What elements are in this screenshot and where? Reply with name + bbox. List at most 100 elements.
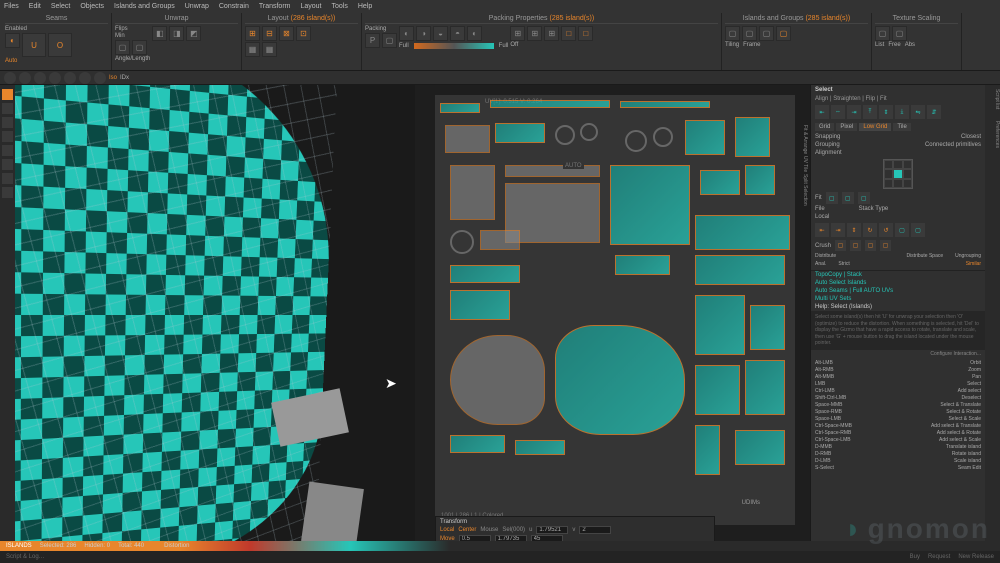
uv-shell[interactable]	[490, 100, 610, 108]
rp-snapping-value[interactable]: Closest	[961, 134, 981, 140]
release-link[interactable]: New Release	[958, 554, 994, 560]
fit-btn-2[interactable]: ▢	[842, 192, 854, 204]
vtab-fit[interactable]: Fit & Arrange	[796, 125, 808, 154]
menu-islands-groups[interactable]: Islands and Groups	[114, 3, 175, 10]
rp-tab-lowgrid[interactable]: Low Grid	[859, 123, 891, 131]
pack-opt-5[interactable]: ◐	[467, 26, 482, 41]
layout-btn-3[interactable]: ⊠	[279, 26, 294, 41]
ts-iso-label[interactable]: Iso	[109, 75, 117, 81]
crush-btn-2[interactable]: ▢	[850, 240, 861, 251]
packing-gradient[interactable]	[414, 43, 494, 49]
align-tc[interactable]	[893, 160, 902, 169]
uv-shell[interactable]	[685, 120, 725, 155]
uv-shell[interactable]	[480, 230, 520, 250]
align-bl[interactable]	[884, 179, 893, 188]
align-bc[interactable]	[893, 179, 902, 188]
uv-shell[interactable]	[735, 117, 770, 157]
unwrap-btn-2[interactable]: ▢	[132, 40, 147, 55]
pack-grid-2[interactable]: ⊞	[527, 26, 542, 41]
uv-shell[interactable]	[745, 360, 785, 415]
dist-icon-5[interactable]: ↺	[879, 223, 893, 237]
ts-tool-4[interactable]	[49, 72, 61, 84]
tp-mouse[interactable]: Mouse	[480, 527, 498, 533]
layout-btn-4[interactable]: ⊡	[296, 26, 311, 41]
ts-idx-label[interactable]: IDx	[120, 75, 129, 81]
flip-h-icon[interactable]: ⇋	[911, 105, 925, 119]
menu-select[interactable]: Select	[51, 3, 70, 10]
uv-shell[interactable]	[495, 123, 545, 143]
seams-u-button[interactable]: U	[22, 33, 46, 57]
uv-shell[interactable]	[580, 123, 598, 141]
uv-shell[interactable]	[555, 125, 575, 145]
lt-mode-6[interactable]	[2, 159, 13, 170]
link-topocopy[interactable]: TopoCopy | Stack	[811, 271, 985, 279]
ts-tool-5[interactable]	[64, 72, 76, 84]
link-help[interactable]: Help: Select (Islands)	[811, 303, 985, 311]
crush-btn-4[interactable]: ▢	[880, 240, 891, 251]
link-autoselect[interactable]: Auto Select Islands	[811, 279, 985, 287]
uv-shell[interactable]	[615, 255, 670, 275]
vtab-uvtile[interactable]: UV Tile	[796, 156, 808, 172]
ts-tool-1[interactable]	[4, 72, 16, 84]
align-left-icon[interactable]: ⇤	[815, 105, 829, 119]
packing-btn-2[interactable]: ▢	[382, 33, 397, 48]
align-ml[interactable]	[884, 169, 893, 178]
pack-opt-1[interactable]: ◐	[399, 26, 414, 41]
flip-v-icon[interactable]: ⇵	[927, 105, 941, 119]
uv-shell[interactable]	[695, 255, 785, 285]
seams-o-button[interactable]: O	[48, 33, 72, 57]
align-br[interactable]	[903, 179, 912, 188]
ts-tool-3[interactable]	[34, 72, 46, 84]
uv-shell[interactable]	[515, 440, 565, 455]
fit-btn-1[interactable]: ▢	[826, 192, 838, 204]
rp-grouping-value[interactable]: Connected primitives	[925, 142, 981, 148]
align-tr[interactable]	[903, 160, 912, 169]
dist-icon-6[interactable]: ▢	[895, 223, 909, 237]
tp-u-field[interactable]	[536, 526, 568, 534]
ig-btn-3[interactable]: ▢	[759, 26, 774, 41]
uv-shell[interactable]	[450, 165, 495, 220]
uv-shell[interactable]	[450, 265, 520, 283]
vtab-sel[interactable]: Split Selection	[796, 174, 808, 206]
pack-opt-3[interactable]: ◒	[433, 26, 448, 41]
buy-link[interactable]: Buy	[910, 554, 920, 560]
uv-shell[interactable]	[745, 165, 775, 195]
dist-icon-4[interactable]: ↻	[863, 223, 877, 237]
uv-shell[interactable]	[505, 165, 600, 177]
ts-tool-7[interactable]	[94, 72, 106, 84]
crush-btn-3[interactable]: ▢	[865, 240, 876, 251]
uv-shell[interactable]	[555, 325, 685, 435]
lt-mode-5[interactable]	[2, 145, 13, 156]
uv-shell[interactable]	[610, 165, 690, 245]
pack-grid-3[interactable]: ⊞	[544, 26, 559, 41]
menu-files[interactable]: Files	[4, 3, 19, 10]
ts-tool-6[interactable]	[79, 72, 91, 84]
rtab-script[interactable]: Script list	[985, 87, 1000, 111]
dist-icon-1[interactable]: ⇤	[815, 223, 829, 237]
uv-shell[interactable]	[450, 230, 474, 254]
tp-v-field[interactable]	[579, 526, 611, 534]
tp-sel[interactable]: Sel(000)	[502, 527, 525, 533]
viewport-3d[interactable]: ➤	[15, 85, 415, 546]
unwrap-btn-4[interactable]: ◨	[169, 26, 184, 41]
menu-transform[interactable]: Transform	[259, 3, 291, 10]
menu-edit[interactable]: Edit	[29, 3, 41, 10]
rp-tab-pixel[interactable]: Pixel	[836, 123, 857, 131]
uv-shell[interactable]	[750, 305, 785, 350]
dist-icon-2[interactable]: ⇥	[831, 223, 845, 237]
viewport-uv[interactable]: UV[1]: 0.515 V: 0.264	[415, 85, 810, 546]
seams-btn-1[interactable]: ◐	[5, 33, 20, 48]
crush-btn-1[interactable]: ▢	[835, 240, 846, 251]
lt-mode-8[interactable]	[2, 187, 13, 198]
ts-btn-2[interactable]: ▢	[892, 26, 907, 41]
uv-shell[interactable]	[735, 430, 785, 465]
align-bottom-icon[interactable]: ⤓	[895, 105, 909, 119]
rp-tab-grid[interactable]: Grid	[815, 123, 834, 131]
uv-shell[interactable]	[445, 125, 490, 153]
uv-shell[interactable]	[440, 103, 480, 113]
tp-local[interactable]: Local	[440, 527, 454, 533]
ts-btn-1[interactable]: ▢	[875, 26, 890, 41]
dist-icon-3[interactable]: ⇕	[847, 223, 861, 237]
fit-btn-3[interactable]: ▢	[858, 192, 870, 204]
uv-shell[interactable]	[695, 295, 745, 355]
